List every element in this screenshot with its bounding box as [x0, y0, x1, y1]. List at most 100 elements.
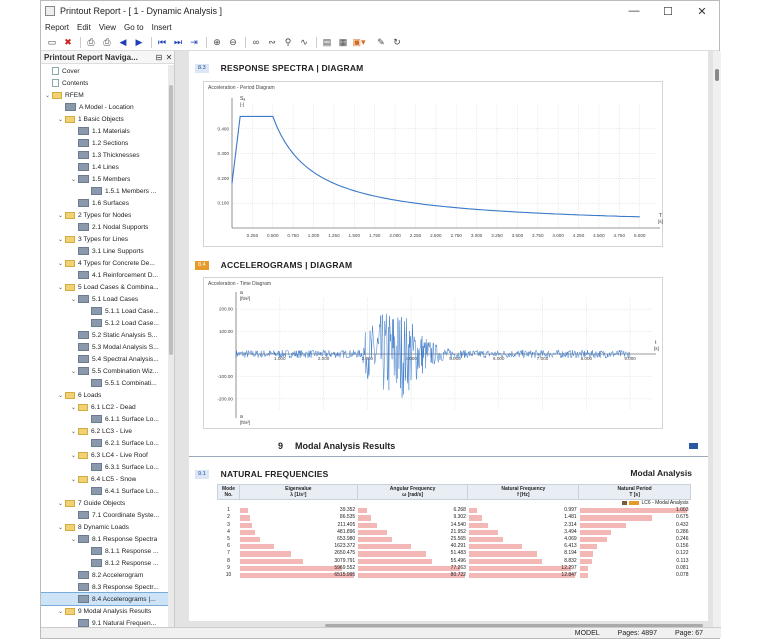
- tree-item[interactable]: 5.5.1 Combinati...: [41, 377, 168, 389]
- menu-edit[interactable]: Edit: [77, 23, 91, 32]
- chevron-down-icon[interactable]: ⌄: [69, 296, 78, 303]
- tree-item[interactable]: ⌄ 6 Loads: [41, 389, 168, 401]
- chevron-down-icon[interactable]: ⌄: [69, 428, 78, 435]
- tree-item[interactable]: 5.4 Spectral Analysis...: [41, 353, 168, 365]
- tree-item[interactable]: ⌄ 3 Types for Lines: [41, 233, 168, 245]
- tree-item[interactable]: 5.1.1 Load Case...: [41, 305, 168, 317]
- tree-item[interactable]: Cover: [41, 65, 168, 77]
- tree-item[interactable]: 5.3 Modal Analysis S...: [41, 341, 168, 353]
- tree-item[interactable]: 6.3.1 Surface Lo...: [41, 461, 168, 473]
- tree-item[interactable]: 8.1.1 Response ...: [41, 545, 168, 557]
- minimize-button[interactable]: —: [617, 5, 651, 17]
- layout-icon[interactable]: ▦: [336, 36, 350, 48]
- next-page-icon[interactable]: ▶: [132, 36, 146, 48]
- new-page-icon[interactable]: ▭: [45, 36, 59, 48]
- chevron-down-icon[interactable]: ⌄: [56, 212, 65, 219]
- chevron-down-icon[interactable]: ⌄: [56, 524, 65, 531]
- tree-item[interactable]: ⌄ 5.5 Combination Wiz...: [41, 365, 168, 377]
- tree-item[interactable]: 6.2.1 Surface Lo...: [41, 437, 168, 449]
- last-page-icon[interactable]: ⏭: [171, 36, 185, 48]
- unlink2-icon[interactable]: ∿: [297, 36, 311, 48]
- tree-item[interactable]: 6.1.1 Surface Lo...: [41, 413, 168, 425]
- tree-item[interactable]: 1.2 Sections: [41, 137, 168, 149]
- tree-item[interactable]: ⌄ 5 Load Cases & Combina...: [41, 281, 168, 293]
- tree-item[interactable]: A Model - Location: [41, 101, 168, 113]
- tree-item[interactable]: ⌄ 8.1 Response Spectra: [41, 533, 168, 545]
- link-icon[interactable]: ∞: [249, 36, 263, 48]
- first-page-icon[interactable]: ⏮: [155, 36, 169, 48]
- tree-item[interactable]: ⌄ 1 Basic Objects: [41, 113, 168, 125]
- export-icon[interactable]: ▤: [320, 36, 334, 48]
- maximize-button[interactable]: ☐: [651, 5, 685, 18]
- prev-page-icon[interactable]: ◀: [116, 36, 130, 48]
- tree-item[interactable]: ⌄ 6.3 LC4 - Live Roof: [41, 449, 168, 461]
- tree-item[interactable]: 7.1 Coordinate Syste...: [41, 509, 168, 521]
- tree-item[interactable]: 8.2 Accelerogram: [41, 569, 168, 581]
- menu-go-to[interactable]: Go to: [124, 23, 144, 32]
- navigator-scrollbar[interactable]: [168, 65, 174, 629]
- tree-item[interactable]: 8.4 Accelerograms |...: [41, 592, 169, 606]
- tree-item[interactable]: ⌄ 6.4 LC5 - Snow: [41, 473, 168, 485]
- tree-item[interactable]: ⌄ 1.5 Members: [41, 173, 168, 185]
- chevron-down-icon[interactable]: ⌄: [69, 536, 78, 543]
- print-icon[interactable]: ⎙: [84, 36, 98, 48]
- chevron-down-icon[interactable]: ⌄: [69, 404, 78, 411]
- menu-report[interactable]: Report: [45, 23, 69, 32]
- y-axis-unit: [ft/s²]: [240, 296, 250, 301]
- chevron-down-icon[interactable]: ⌄: [56, 284, 65, 291]
- tree-item[interactable]: 3.1 Line Supports: [41, 245, 168, 257]
- report-scrollbar[interactable]: [713, 51, 721, 629]
- tree-item[interactable]: ⌄ RFEM: [41, 89, 168, 101]
- tree-item[interactable]: 1.4 Lines: [41, 161, 168, 173]
- unlink-icon[interactable]: ∾: [265, 36, 279, 48]
- tree-item[interactable]: ⌄ 6.2 LC3 - Live: [41, 425, 168, 437]
- chevron-down-icon[interactable]: ⌄: [69, 476, 78, 483]
- tree-item[interactable]: 8.3 Response Spectr...: [41, 581, 168, 593]
- col-eigenvalue: Eigenvalue λ [1/s²]: [238, 484, 358, 500]
- chevron-down-icon[interactable]: ⌄: [56, 260, 65, 267]
- chevron-down-icon[interactable]: ⌄: [43, 92, 52, 99]
- cell-angular-frequency: 80.722: [357, 572, 468, 579]
- chevron-down-icon[interactable]: ⌄: [69, 368, 78, 375]
- chevron-down-icon[interactable]: ⌄: [56, 608, 65, 615]
- section-title: ACCELEROGRAMS | DIAGRAM: [220, 260, 353, 270]
- menu-view[interactable]: View: [99, 23, 116, 32]
- tree-item[interactable]: ⌄ 5.1 Load Cases: [41, 293, 168, 305]
- tree-item[interactable]: Contents: [41, 77, 168, 89]
- tree-item[interactable]: 5.1.2 Load Case...: [41, 317, 168, 329]
- menu-insert[interactable]: Insert: [152, 23, 172, 32]
- print-options-icon[interactable]: ⎙: [100, 36, 114, 48]
- zoom-in-icon[interactable]: ⊕: [210, 36, 224, 48]
- pin-icon[interactable]: ⊟: [154, 53, 164, 62]
- tree-item[interactable]: ⌄ 8 Dynamic Loads: [41, 521, 168, 533]
- tree-item[interactable]: 1.3 Thicknesses: [41, 149, 168, 161]
- edit-icon[interactable]: ✎: [374, 36, 388, 48]
- tree-item[interactable]: 1.5.1 Members ...: [41, 185, 168, 197]
- tree-item[interactable]: ⌄ 9 Modal Analysis Results: [41, 605, 168, 617]
- navigator-close-icon[interactable]: ✕: [164, 53, 174, 62]
- tree-item[interactable]: 6.4.1 Surface Lo...: [41, 485, 168, 497]
- chevron-down-icon[interactable]: ⌄: [56, 236, 65, 243]
- tree-item[interactable]: ⌄ 6.1 LC2 - Dead: [41, 401, 168, 413]
- tree-item[interactable]: 1.1 Materials: [41, 125, 168, 137]
- zoom-out-icon[interactable]: ⊖: [226, 36, 240, 48]
- settings-icon[interactable]: ▣▾: [352, 36, 366, 48]
- tree-item[interactable]: 1.6 Surfaces: [41, 197, 168, 209]
- tree-item[interactable]: 5.2 Static Analysis S...: [41, 329, 168, 341]
- delete-page-icon[interactable]: ✖: [61, 36, 75, 48]
- chevron-down-icon[interactable]: ⌄: [69, 176, 78, 183]
- chevron-down-icon[interactable]: ⌄: [56, 392, 65, 399]
- find-icon[interactable]: ⚲: [281, 36, 295, 48]
- chevron-down-icon[interactable]: ⌄: [56, 500, 65, 507]
- tree-item[interactable]: 2.1 Nodal Supports: [41, 221, 168, 233]
- refresh-icon[interactable]: ↻: [390, 36, 404, 48]
- tree-item[interactable]: ⌄ 4 Types for Concrete De...: [41, 257, 168, 269]
- tree-item[interactable]: ⌄ 7 Guide Objects: [41, 497, 168, 509]
- chevron-down-icon[interactable]: ⌄: [56, 116, 65, 123]
- tree-item[interactable]: 8.1.2 Response ...: [41, 557, 168, 569]
- goto-page-icon[interactable]: ⇥: [187, 36, 201, 48]
- tree-item[interactable]: ⌄ 2 Types for Nodes: [41, 209, 168, 221]
- chevron-down-icon[interactable]: ⌄: [69, 452, 78, 459]
- tree-item[interactable]: 4.1 Reinforcement D...: [41, 269, 168, 281]
- close-button[interactable]: ✕: [685, 5, 719, 18]
